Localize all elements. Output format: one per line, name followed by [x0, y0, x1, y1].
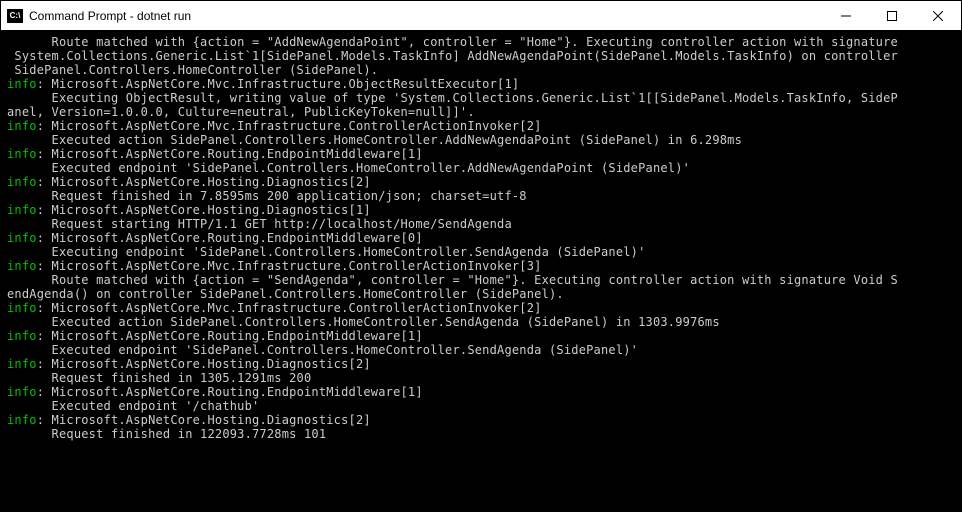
window-titlebar: C:\ Command Prompt - dotnet run — [1, 1, 961, 31]
terminal-line: Route matched with {action = "SendAgenda… — [7, 273, 955, 287]
terminal-line: info: Microsoft.AspNetCore.Routing.Endpo… — [7, 231, 955, 245]
terminal-line: SidePanel.Controllers.HomeController (Si… — [7, 63, 955, 77]
terminal-line: info: Microsoft.AspNetCore.Mvc.Infrastru… — [7, 259, 955, 273]
window-title: Command Prompt - dotnet run — [29, 9, 191, 23]
terminal-line: info: Microsoft.AspNetCore.Mvc.Infrastru… — [7, 77, 955, 91]
terminal-line: Request finished in 122093.7728ms 101 — [7, 427, 955, 441]
log-level-info: info — [7, 413, 37, 427]
log-level-info: info — [7, 175, 37, 189]
minimize-icon — [841, 11, 851, 21]
log-level-info: info — [7, 301, 37, 315]
log-level-info: info — [7, 147, 37, 161]
maximize-icon — [887, 11, 897, 21]
terminal-line: info: Microsoft.AspNetCore.Mvc.Infrastru… — [7, 301, 955, 315]
terminal-line: info: Microsoft.AspNetCore.Hosting.Diagn… — [7, 203, 955, 217]
window-controls — [823, 1, 961, 30]
terminal-line: info: Microsoft.AspNetCore.Mvc.Infrastru… — [7, 119, 955, 133]
terminal-line: Executed action SidePanel.Controllers.Ho… — [7, 133, 955, 147]
terminal-line: Route matched with {action = "AddNewAgen… — [7, 35, 955, 49]
terminal-line: info: Microsoft.AspNetCore.Hosting.Diagn… — [7, 357, 955, 371]
terminal-line: info: Microsoft.AspNetCore.Routing.Endpo… — [7, 329, 955, 343]
log-level-info: info — [7, 77, 37, 91]
maximize-button[interactable] — [869, 1, 915, 30]
close-button[interactable] — [915, 1, 961, 30]
log-level-info: info — [7, 231, 37, 245]
terminal-line: System.Collections.Generic.List`1[SidePa… — [7, 49, 955, 63]
terminal-line: info: Microsoft.AspNetCore.Hosting.Diagn… — [7, 413, 955, 427]
cmd-icon: C:\ — [7, 9, 23, 23]
titlebar-left: C:\ Command Prompt - dotnet run — [7, 9, 191, 23]
terminal-line: Executed endpoint '/chathub' — [7, 399, 955, 413]
terminal-line: Executing endpoint 'SidePanel.Controller… — [7, 245, 955, 259]
terminal-line: anel, Version=1.0.0.0, Culture=neutral, … — [7, 105, 955, 119]
terminal-line: Executed endpoint 'SidePanel.Controllers… — [7, 343, 955, 357]
log-level-info: info — [7, 119, 37, 133]
terminal-line: Executed action SidePanel.Controllers.Ho… — [7, 315, 955, 329]
minimize-button[interactable] — [823, 1, 869, 30]
terminal-line: endAgenda() on controller SidePanel.Cont… — [7, 287, 955, 301]
log-level-info: info — [7, 203, 37, 217]
log-level-info: info — [7, 259, 37, 273]
close-icon — [933, 11, 943, 21]
terminal-line: Request starting HTTP/1.1 GET http://loc… — [7, 217, 955, 231]
terminal-line: Request finished in 1305.1291ms 200 — [7, 371, 955, 385]
terminal-line: info: Microsoft.AspNetCore.Routing.Endpo… — [7, 147, 955, 161]
log-level-info: info — [7, 329, 37, 343]
terminal-output[interactable]: Route matched with {action = "AddNewAgen… — [1, 31, 961, 511]
terminal-line: info: Microsoft.AspNetCore.Routing.Endpo… — [7, 385, 955, 399]
terminal-line: info: Microsoft.AspNetCore.Hosting.Diagn… — [7, 175, 955, 189]
log-level-info: info — [7, 385, 37, 399]
terminal-line: Executing ObjectResult, writing value of… — [7, 91, 955, 105]
terminal-line: Executed endpoint 'SidePanel.Controllers… — [7, 161, 955, 175]
log-level-info: info — [7, 357, 37, 371]
terminal-line: Request finished in 7.8595ms 200 applica… — [7, 189, 955, 203]
